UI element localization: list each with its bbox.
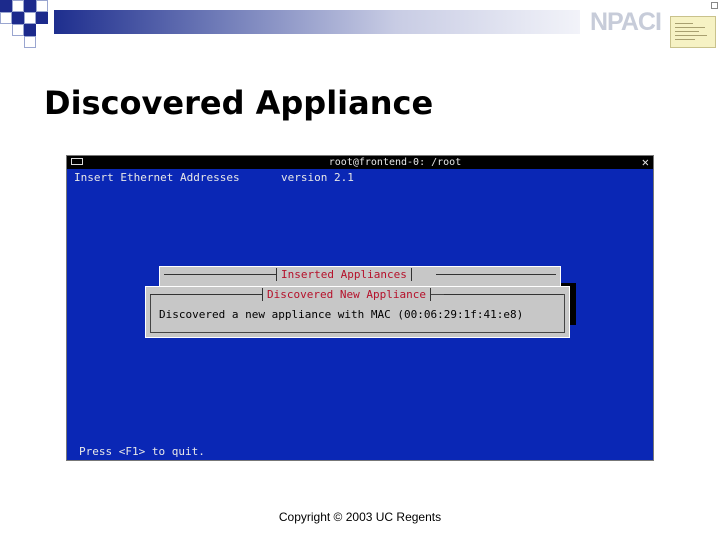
corner-mark <box>711 2 718 9</box>
banner-gradient-bar <box>54 10 580 34</box>
banner-square <box>24 0 36 12</box>
slide-thumbnail <box>670 16 716 48</box>
terminal-window[interactable]: root@frontend-0: /root ✕ Insert Ethernet… <box>66 155 654 461</box>
terminal-app-name: Insert Ethernet Addresses <box>74 171 240 184</box>
npaci-logo: NPACI <box>590 8 662 36</box>
discovered-appliance-dialog: Discovered New Appliance Discovered a ne… <box>145 286 570 338</box>
copyright-footer: Copyright © 2003 UC Regents <box>278 510 442 524</box>
banner-square <box>36 12 48 24</box>
decorative-banner: NPACI <box>0 0 720 56</box>
banner-square <box>12 12 24 24</box>
discovered-appliance-title: Discovered New Appliance <box>262 288 431 301</box>
banner-square <box>0 0 12 12</box>
banner-square <box>12 0 24 12</box>
banner-square <box>0 12 12 24</box>
banner-square <box>24 36 36 48</box>
slide-title: Discovered Appliance <box>44 84 434 122</box>
banner-square <box>24 24 36 36</box>
discovery-message: Discovered a new appliance with MAC (00:… <box>159 308 524 321</box>
inserted-appliances-title: Inserted Appliances <box>276 268 412 281</box>
banner-square <box>36 0 48 12</box>
terminal-app-version: version 2.1 <box>281 171 354 184</box>
quit-hint: Press <F1> to quit. <box>79 445 205 458</box>
close-icon[interactable]: ✕ <box>642 156 649 169</box>
terminal-titlebar[interactable]: root@frontend-0: /root ✕ <box>67 156 653 169</box>
terminal-window-title: root@frontend-0: /root <box>328 157 462 168</box>
banner-square <box>24 12 36 24</box>
banner-square <box>12 24 24 36</box>
